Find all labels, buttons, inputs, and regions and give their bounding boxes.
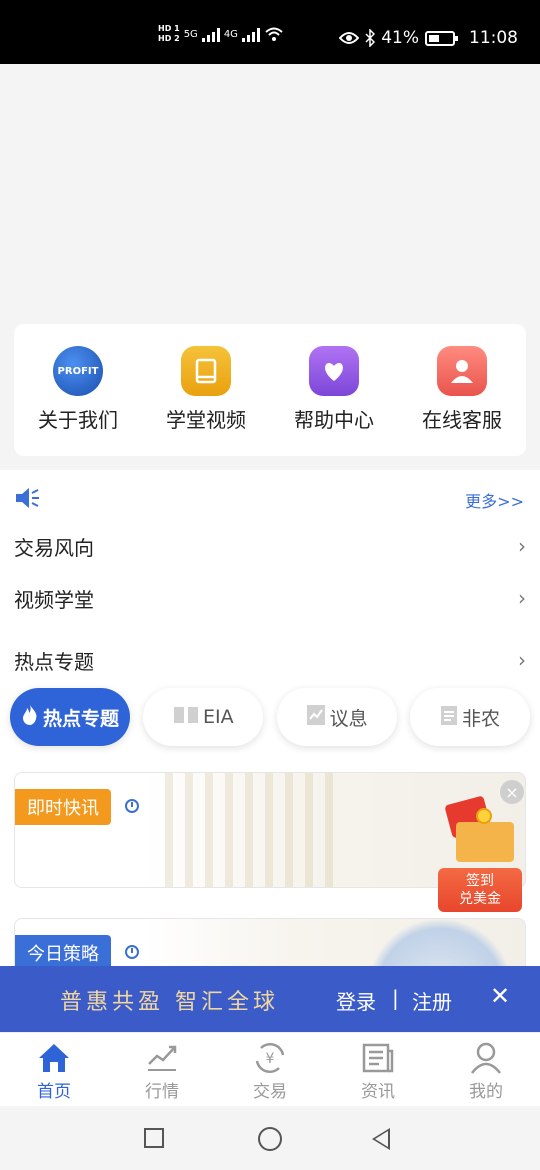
tab-label-hot-topics: 热点专题 — [42, 707, 119, 730]
recent-apps-button[interactable] — [144, 1128, 164, 1148]
card-background-art — [165, 773, 345, 887]
nav-label-news: 资讯 — [361, 1082, 395, 1102]
clock-time: 11:08 — [469, 28, 518, 48]
quick-entry-card: PROFIT 关于我们 学堂视频 帮助中心 在线客服 — [14, 324, 526, 456]
home-button[interactable] — [258, 1127, 282, 1151]
news-icon — [361, 1041, 395, 1075]
chevron-right-icon: › — [518, 648, 526, 672]
close-icon[interactable]: × — [500, 780, 524, 804]
battery-icon — [425, 30, 458, 46]
slogan-text: 普惠共盈 智汇全球 — [60, 990, 279, 1015]
wifi-icon — [265, 27, 283, 41]
svg-text:¥: ¥ — [266, 1051, 275, 1067]
nav-market[interactable]: 行情 — [108, 1033, 216, 1106]
battery-percent: 41% — [381, 28, 419, 48]
quick-label-video: 学堂视频 — [166, 408, 246, 432]
flame-icon — [21, 704, 39, 731]
login-button[interactable]: 登录 — [336, 986, 376, 1015]
list-item-trade-trend[interactable]: 交易风向 › — [14, 526, 526, 566]
eye-icon — [339, 32, 360, 44]
trend-icon — [145, 1041, 179, 1075]
clock-icon — [125, 799, 139, 813]
register-button[interactable]: 注册 — [412, 986, 452, 1015]
signin-label: 签到 — [466, 873, 494, 889]
system-nav-bar — [0, 1106, 540, 1170]
network-type-1: 5G — [183, 28, 198, 40]
tab-nonfarm[interactable]: 非农 — [409, 688, 530, 746]
quick-item-help[interactable]: 帮助中心 — [274, 346, 394, 456]
login-bar: 普惠共盈 智汇全球 登录 | 注册 ✕ — [0, 966, 540, 1032]
home-icon — [37, 1041, 71, 1075]
tab-label-eia: EIA — [203, 706, 234, 728]
book-open-icon — [173, 705, 199, 730]
back-button[interactable] — [372, 1128, 390, 1150]
status-right: 41% 11:08 — [339, 28, 518, 48]
chart-doc-icon — [306, 704, 326, 731]
tab-hot-topics[interactable]: 热点专题 — [10, 688, 130, 746]
yuan-exchange-icon: ¥ — [253, 1041, 287, 1075]
tab-eia[interactable]: EIA — [143, 688, 264, 746]
heart-chat-icon — [309, 346, 359, 396]
main-panel: 更多>> 交易风向 › 视频学堂 › 热点专题 › 热点专题 EIA 议息 非农… — [0, 470, 540, 1034]
list-item-hot-topics[interactable]: 热点专题 › — [14, 640, 526, 680]
profit-badge-text: PROFIT — [57, 365, 99, 377]
list-label-hot-topics: 热点专题 — [14, 649, 94, 674]
book-icon — [181, 346, 231, 396]
nav-trade[interactable]: ¥ 交易 — [216, 1033, 324, 1106]
nav-label-trade: 交易 — [253, 1082, 287, 1102]
status-bar: HD 1 HD 2 5G 4G 41% 11:08 — [0, 0, 540, 64]
close-icon[interactable]: ✕ — [490, 982, 510, 1010]
signin-button[interactable]: 签到 兑美金 — [438, 868, 522, 912]
signal-icon — [201, 26, 220, 42]
tab-label-rate-decision: 议息 — [329, 707, 368, 730]
quick-item-service[interactable]: 在线客服 — [402, 346, 522, 456]
clipboard-icon — [440, 704, 458, 731]
nav-home[interactable]: 首页 — [0, 1033, 108, 1106]
person-icon — [469, 1041, 503, 1075]
network-indicators: HD 1 HD 2 5G 4G — [158, 24, 284, 44]
nav-mine[interactable]: 我的 — [432, 1033, 540, 1106]
user-service-icon — [437, 346, 487, 396]
chevron-right-icon: › — [518, 534, 526, 558]
nav-label-home: 首页 — [37, 1082, 71, 1102]
card-tag-flash: 即时快讯 — [15, 789, 111, 825]
more-link[interactable]: 更多>> — [465, 488, 524, 512]
speaker-icon — [16, 488, 39, 508]
bottom-nav: 首页 行情 ¥ 交易 资讯 我的 — [0, 1032, 540, 1106]
hd2-label: HD 2 — [158, 34, 180, 43]
tab-rate-decision[interactable]: 议息 — [276, 688, 397, 746]
hd1-label: HD 1 — [158, 24, 180, 33]
topic-tabs: 热点专题 EIA 议息 非农 — [10, 688, 530, 748]
signin-gift-widget[interactable]: × 签到 兑美金 — [436, 780, 526, 912]
banner-area[interactable] — [0, 64, 540, 324]
redeem-label: 兑美金 — [459, 891, 501, 907]
quick-item-about[interactable]: PROFIT 关于我们 — [18, 346, 138, 456]
quick-label-about: 关于我们 — [38, 408, 118, 432]
tab-label-nonfarm: 非农 — [461, 707, 500, 730]
signal-icon-2 — [241, 26, 260, 42]
list-label-video-school: 视频学堂 — [14, 587, 94, 612]
bluetooth-icon — [365, 29, 376, 47]
quick-label-help: 帮助中心 — [294, 408, 374, 432]
list-item-video-school[interactable]: 视频学堂 › — [14, 578, 526, 618]
gift-box-icon — [442, 794, 516, 866]
list-label-trade-trend: 交易风向 — [14, 535, 94, 560]
quick-label-service: 在线客服 — [422, 408, 502, 432]
nav-label-market: 行情 — [145, 1082, 179, 1102]
chevron-right-icon: › — [518, 586, 526, 610]
nav-news[interactable]: 资讯 — [324, 1033, 432, 1106]
clock-icon — [125, 945, 139, 959]
separator: | — [392, 986, 399, 1010]
nav-label-mine: 我的 — [469, 1082, 503, 1102]
quick-item-video[interactable]: 学堂视频 — [146, 346, 266, 456]
network-type-2: 4G — [223, 28, 238, 40]
profit-icon: PROFIT — [53, 346, 103, 396]
hd-indicator: HD 1 HD 2 — [158, 24, 180, 44]
notice-row: 更多>> — [14, 484, 526, 512]
